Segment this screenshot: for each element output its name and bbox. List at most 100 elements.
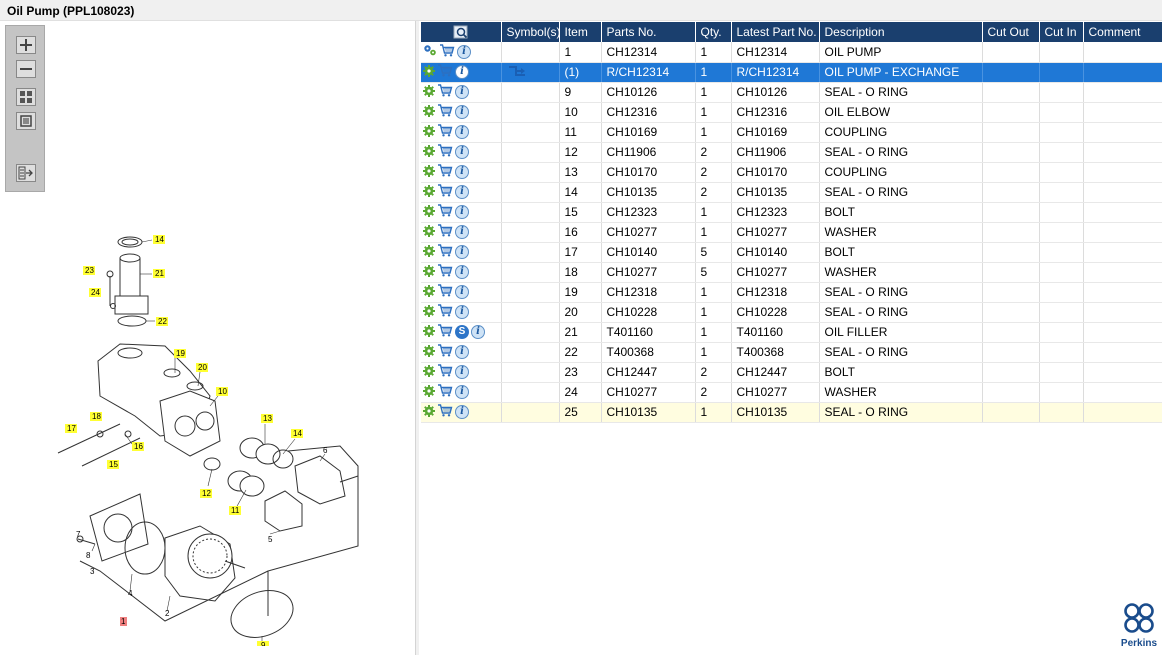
part-gear-icon[interactable] bbox=[423, 184, 435, 200]
add-to-cart-icon[interactable] bbox=[437, 244, 453, 260]
zoom-in-button[interactable] bbox=[16, 36, 36, 54]
add-to-cart-icon[interactable] bbox=[437, 84, 453, 100]
info-icon[interactable]: i bbox=[455, 145, 469, 159]
table-row[interactable]: i 12 CH11906 2 CH11906 SEAL - O RING bbox=[421, 142, 1162, 163]
add-to-cart-icon[interactable] bbox=[437, 184, 453, 200]
cell-cut-out bbox=[982, 42, 1040, 63]
table-row[interactable]: i 24 CH10277 2 CH10277 WASHER bbox=[421, 382, 1162, 403]
info-icon[interactable]: i bbox=[455, 285, 469, 299]
part-gear-icon[interactable] bbox=[423, 84, 435, 100]
column-header-item[interactable]: Item bbox=[559, 22, 602, 42]
table-row[interactable]: i 16 CH10277 1 CH10277 WASHER bbox=[421, 222, 1162, 243]
row-symbols bbox=[501, 82, 560, 103]
add-to-cart-icon[interactable] bbox=[437, 344, 453, 360]
part-gear-icon[interactable] bbox=[423, 324, 435, 340]
column-header-icon[interactable] bbox=[421, 22, 502, 42]
info-icon[interactable]: i bbox=[455, 245, 469, 259]
column-header-cut-in[interactable]: Cut In bbox=[1039, 22, 1084, 42]
add-to-cart-icon[interactable] bbox=[437, 404, 453, 420]
column-header-cut-out[interactable]: Cut Out bbox=[982, 22, 1040, 42]
part-gear-icon[interactable] bbox=[423, 404, 435, 420]
info-icon[interactable]: i bbox=[455, 305, 469, 319]
part-gear-icon[interactable] bbox=[423, 124, 435, 140]
add-to-cart-icon[interactable] bbox=[437, 384, 453, 400]
part-gear-icon[interactable] bbox=[423, 284, 435, 300]
table-row[interactable]: i 20 CH10228 1 CH10228 SEAL - O RING bbox=[421, 302, 1162, 323]
info-icon[interactable]: i bbox=[455, 105, 469, 119]
info-icon[interactable]: i bbox=[455, 365, 469, 379]
table-row[interactable]: Si 21 T401160 1 T401160 OIL FILLER bbox=[421, 322, 1162, 343]
info-icon[interactable]: i bbox=[455, 125, 469, 139]
table-row[interactable]: i 25 CH10135 1 CH10135 SEAL - O RING bbox=[421, 402, 1162, 423]
part-gear-icon[interactable] bbox=[423, 224, 435, 240]
part-gear-icon[interactable] bbox=[423, 304, 435, 320]
part-gear-icon[interactable] bbox=[423, 364, 435, 380]
part-gear-icon[interactable] bbox=[423, 244, 435, 260]
replacement-icon[interactable] bbox=[507, 64, 527, 81]
column-header-latest-part-no[interactable]: Latest Part No. bbox=[731, 22, 820, 42]
add-to-cart-icon[interactable] bbox=[437, 364, 453, 380]
add-to-cart-icon[interactable] bbox=[437, 304, 453, 320]
table-row[interactable]: i 18 CH10277 5 CH10277 WASHER bbox=[421, 262, 1162, 283]
add-to-cart-icon[interactable] bbox=[437, 144, 453, 160]
add-to-cart-icon[interactable] bbox=[437, 224, 453, 240]
add-to-cart-icon[interactable] bbox=[437, 284, 453, 300]
table-row[interactable]: i 17 CH10140 5 CH10140 BOLT bbox=[421, 242, 1162, 263]
column-header-part-no[interactable]: Parts No. bbox=[601, 22, 696, 42]
table-row[interactable]: i 1 CH12314 1 CH12314 OIL PUMP bbox=[421, 42, 1162, 63]
part-gear-icon[interactable] bbox=[423, 144, 435, 160]
add-to-cart-icon[interactable] bbox=[437, 204, 453, 220]
info-icon[interactable]: i bbox=[455, 85, 469, 99]
add-to-cart-icon[interactable] bbox=[439, 44, 455, 60]
cell-part-no: CH10169 bbox=[601, 122, 696, 143]
supersession-icon[interactable]: S bbox=[455, 325, 469, 339]
column-header-qty[interactable]: Qty. bbox=[695, 22, 732, 42]
column-header-comment[interactable]: Comment bbox=[1083, 22, 1162, 42]
add-to-cart-icon[interactable] bbox=[437, 264, 453, 280]
table-row[interactable]: i 15 CH12323 1 CH12323 BOLT bbox=[421, 202, 1162, 223]
table-row[interactable]: i 9 CH10126 1 CH10126 SEAL - O RING bbox=[421, 82, 1162, 103]
info-icon[interactable]: i bbox=[455, 405, 469, 419]
zoom-out-button[interactable] bbox=[16, 60, 36, 78]
info-icon[interactable]: i bbox=[455, 205, 469, 219]
part-gear-icon[interactable] bbox=[423, 204, 435, 220]
add-to-cart-icon[interactable] bbox=[437, 324, 453, 340]
cell-cut-in bbox=[1039, 182, 1084, 203]
part-gear-icon[interactable] bbox=[423, 164, 435, 180]
part-gear-icon[interactable] bbox=[423, 104, 435, 120]
column-header-description[interactable]: Description bbox=[819, 22, 983, 42]
table-row[interactable]: i 13 CH10170 2 CH10170 COUPLING bbox=[421, 162, 1162, 183]
table-row[interactable]: i 14 CH10135 2 CH10135 SEAL - O RING bbox=[421, 182, 1162, 203]
info-icon[interactable]: i bbox=[455, 385, 469, 399]
info-icon[interactable]: i bbox=[455, 225, 469, 239]
table-row[interactable]: i 22 T400368 1 T400368 SEAL - O RING bbox=[421, 342, 1162, 363]
exploded-diagram[interactable]: 14 23 21 24 22 19 20 10 17 18 16 15 13 1… bbox=[40, 226, 370, 646]
fit-all-button[interactable] bbox=[16, 88, 36, 106]
assembly-icon[interactable] bbox=[423, 44, 437, 59]
table-row[interactable]: i (1) R/CH12314 1 R/CH12314 OIL PUMP - EXCHAN… bbox=[421, 62, 1162, 83]
info-icon[interactable]: i bbox=[455, 265, 469, 279]
add-to-cart-icon[interactable] bbox=[437, 104, 453, 120]
part-gear-icon[interactable] bbox=[423, 384, 435, 400]
part-gear-icon[interactable] bbox=[423, 264, 435, 280]
fit-window-button[interactable] bbox=[16, 112, 36, 130]
part-gear-icon[interactable] bbox=[423, 64, 435, 80]
info-icon[interactable]: i bbox=[457, 44, 471, 59]
table-row[interactable]: i 19 CH12318 1 CH12318 SEAL - O RING bbox=[421, 282, 1162, 303]
info-icon[interactable]: i bbox=[455, 345, 469, 359]
info-icon[interactable]: i bbox=[455, 165, 469, 179]
info-icon[interactable]: i bbox=[455, 65, 469, 79]
column-header-symbols[interactable]: Symbol(s) bbox=[501, 22, 560, 42]
table-row[interactable]: i 23 CH12447 2 CH12447 BOLT bbox=[421, 362, 1162, 383]
info-icon[interactable]: i bbox=[455, 185, 469, 199]
table-row[interactable]: i 10 CH12316 1 CH12316 OIL ELBOW bbox=[421, 102, 1162, 123]
add-to-cart-icon[interactable] bbox=[437, 64, 453, 80]
add-to-cart-icon[interactable] bbox=[437, 124, 453, 140]
table-row[interactable]: i 11 CH10169 1 CH10169 COUPLING bbox=[421, 122, 1162, 143]
diagram-panel[interactable]: 14 23 21 24 22 19 20 10 17 18 16 15 13 1… bbox=[0, 21, 416, 655]
info-icon[interactable]: i bbox=[471, 325, 485, 339]
part-gear-icon[interactable] bbox=[423, 344, 435, 360]
add-to-cart-icon[interactable] bbox=[437, 164, 453, 180]
toggle-panel-button[interactable] bbox=[16, 164, 36, 182]
cell-qty: 2 bbox=[695, 162, 732, 183]
